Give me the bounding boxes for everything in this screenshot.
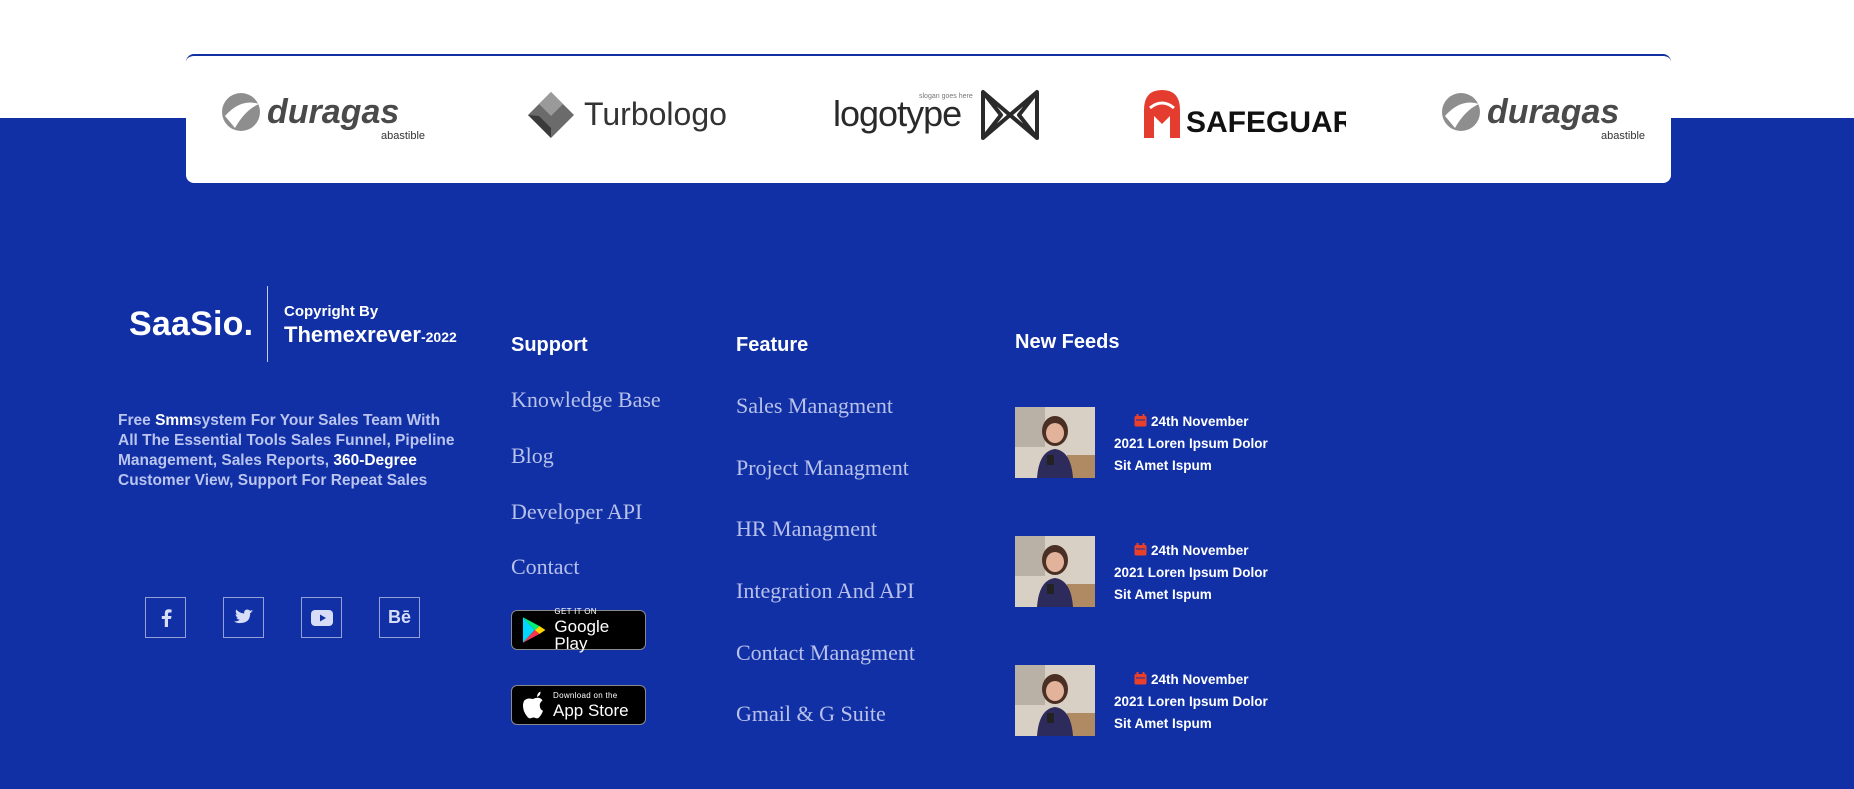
calendar-icon (1134, 543, 1147, 556)
app-store-small: Download on the (553, 690, 618, 700)
feed-item[interactable]: 24th November 2021 Loren Ipsum Dolor Sit… (1015, 407, 1275, 479)
app-store-button[interactable]: Download on the App Store (511, 685, 646, 725)
feed-thumbnail[interactable] (1015, 536, 1095, 607)
about-text-part: Free (118, 412, 156, 429)
duragas-logo[interactable]: duragas abastible (216, 86, 436, 146)
apple-icon (522, 691, 543, 719)
turbologo-logo[interactable]: Turbologo (521, 86, 741, 146)
facebook-icon (161, 608, 172, 627)
new-feeds-title: New Feeds (1015, 331, 1120, 353)
link-integration-api[interactable]: Integration And API (736, 578, 914, 604)
facebook-button[interactable] (145, 597, 186, 638)
google-play-icon (522, 617, 546, 643)
feed-caption: 24th November 2021 Loren Ipsum Dolor Sit… (1114, 411, 1274, 477)
site-logo[interactable]: SaaSio. (129, 305, 253, 344)
about-highlight: 360-Degree (333, 452, 417, 469)
twitter-icon (233, 609, 253, 624)
link-contact-managment[interactable]: Contact Managment (736, 640, 915, 666)
google-play-small: GET IT ON (554, 607, 597, 616)
youtube-button[interactable] (301, 597, 342, 638)
link-gmail-g-suite[interactable]: Gmail & G Suite (736, 701, 886, 727)
support-title: Support (511, 334, 588, 356)
about-text-part: Customer View, Support For Repeat Sales (118, 472, 428, 489)
feed-caption: 24th November 2021 Loren Ipsum Dolor Sit… (1114, 669, 1274, 735)
copyright-brand-name: Themexrever (284, 322, 421, 347)
feed-date: 24th November (1151, 543, 1249, 558)
link-project-managment[interactable]: Project Managment (736, 455, 909, 481)
duragas-logo[interactable]: duragas abastible (1436, 86, 1656, 146)
feed-thumbnail[interactable] (1015, 407, 1095, 478)
logotype-wordmark: logotype (833, 93, 961, 134)
behance-icon: Bē (387, 607, 411, 627)
calendar-icon (1134, 672, 1147, 685)
link-sales-managment[interactable]: Sales Managment (736, 393, 893, 419)
feed-title: 2021 Loren Ipsum Dolor Sit Amet Ispum (1114, 694, 1268, 731)
youtube-icon (310, 609, 333, 626)
feed-caption: 24th November 2021 Loren Ipsum Dolor Sit… (1114, 540, 1274, 606)
link-contact[interactable]: Contact (511, 554, 579, 580)
feed-title: 2021 Loren Ipsum Dolor Sit Amet Ispum (1114, 565, 1268, 602)
about-description: Free Smmsystem For Your Sales Team With … (118, 411, 458, 491)
link-blog[interactable]: Blog (511, 443, 554, 469)
turbologo-wordmark: Turbologo (584, 96, 727, 132)
feed-date: 24th November (1151, 414, 1249, 429)
about-highlight: Smm (155, 412, 193, 429)
feed-item[interactable]: 24th November 2021 Loren Ipsum Dolor Sit… (1015, 665, 1275, 737)
copyright-year: -2022 (420, 329, 457, 345)
social-links: Bē (145, 597, 420, 638)
safeguard-logo[interactable]: SAFEGUARD (1131, 86, 1351, 146)
link-hr-managment[interactable]: HR Managment (736, 516, 877, 542)
feature-title: Feature (736, 334, 809, 356)
brand-divider (267, 286, 268, 362)
duragas-sub: abastible (381, 130, 425, 142)
twitter-button[interactable] (223, 597, 264, 638)
duragas-sub: abastible (1601, 130, 1645, 142)
feed-thumbnail[interactable] (1015, 665, 1095, 736)
logotype-logo[interactable]: slogan goes here logotype (826, 86, 1046, 146)
google-play-label: Google Play (554, 617, 610, 653)
link-developer-api[interactable]: Developer API (511, 499, 642, 525)
duragas-wordmark: duragas (267, 93, 399, 131)
safeguard-wordmark: SAFEGUARD (1186, 106, 1346, 139)
copyright-brand: Themexrever-2022 (284, 322, 457, 348)
feed-title: 2021 Loren Ipsum Dolor Sit Amet Ispum (1114, 436, 1268, 473)
app-store-label: App Store (553, 700, 629, 720)
feed-item[interactable]: 24th November 2021 Loren Ipsum Dolor Sit… (1015, 536, 1275, 608)
duragas-wordmark: duragas (1487, 93, 1619, 131)
copyright-label: Copyright By (284, 303, 379, 320)
feed-date: 24th November (1151, 672, 1249, 687)
calendar-icon (1134, 414, 1147, 427)
behance-button[interactable]: Bē (379, 597, 420, 638)
google-play-button[interactable]: GET IT ON Google Play (511, 607, 646, 653)
partner-logos-card: duragas abastible Turbologo slogan goes … (186, 54, 1671, 183)
link-knowledge-base[interactable]: Knowledge Base (511, 387, 661, 413)
